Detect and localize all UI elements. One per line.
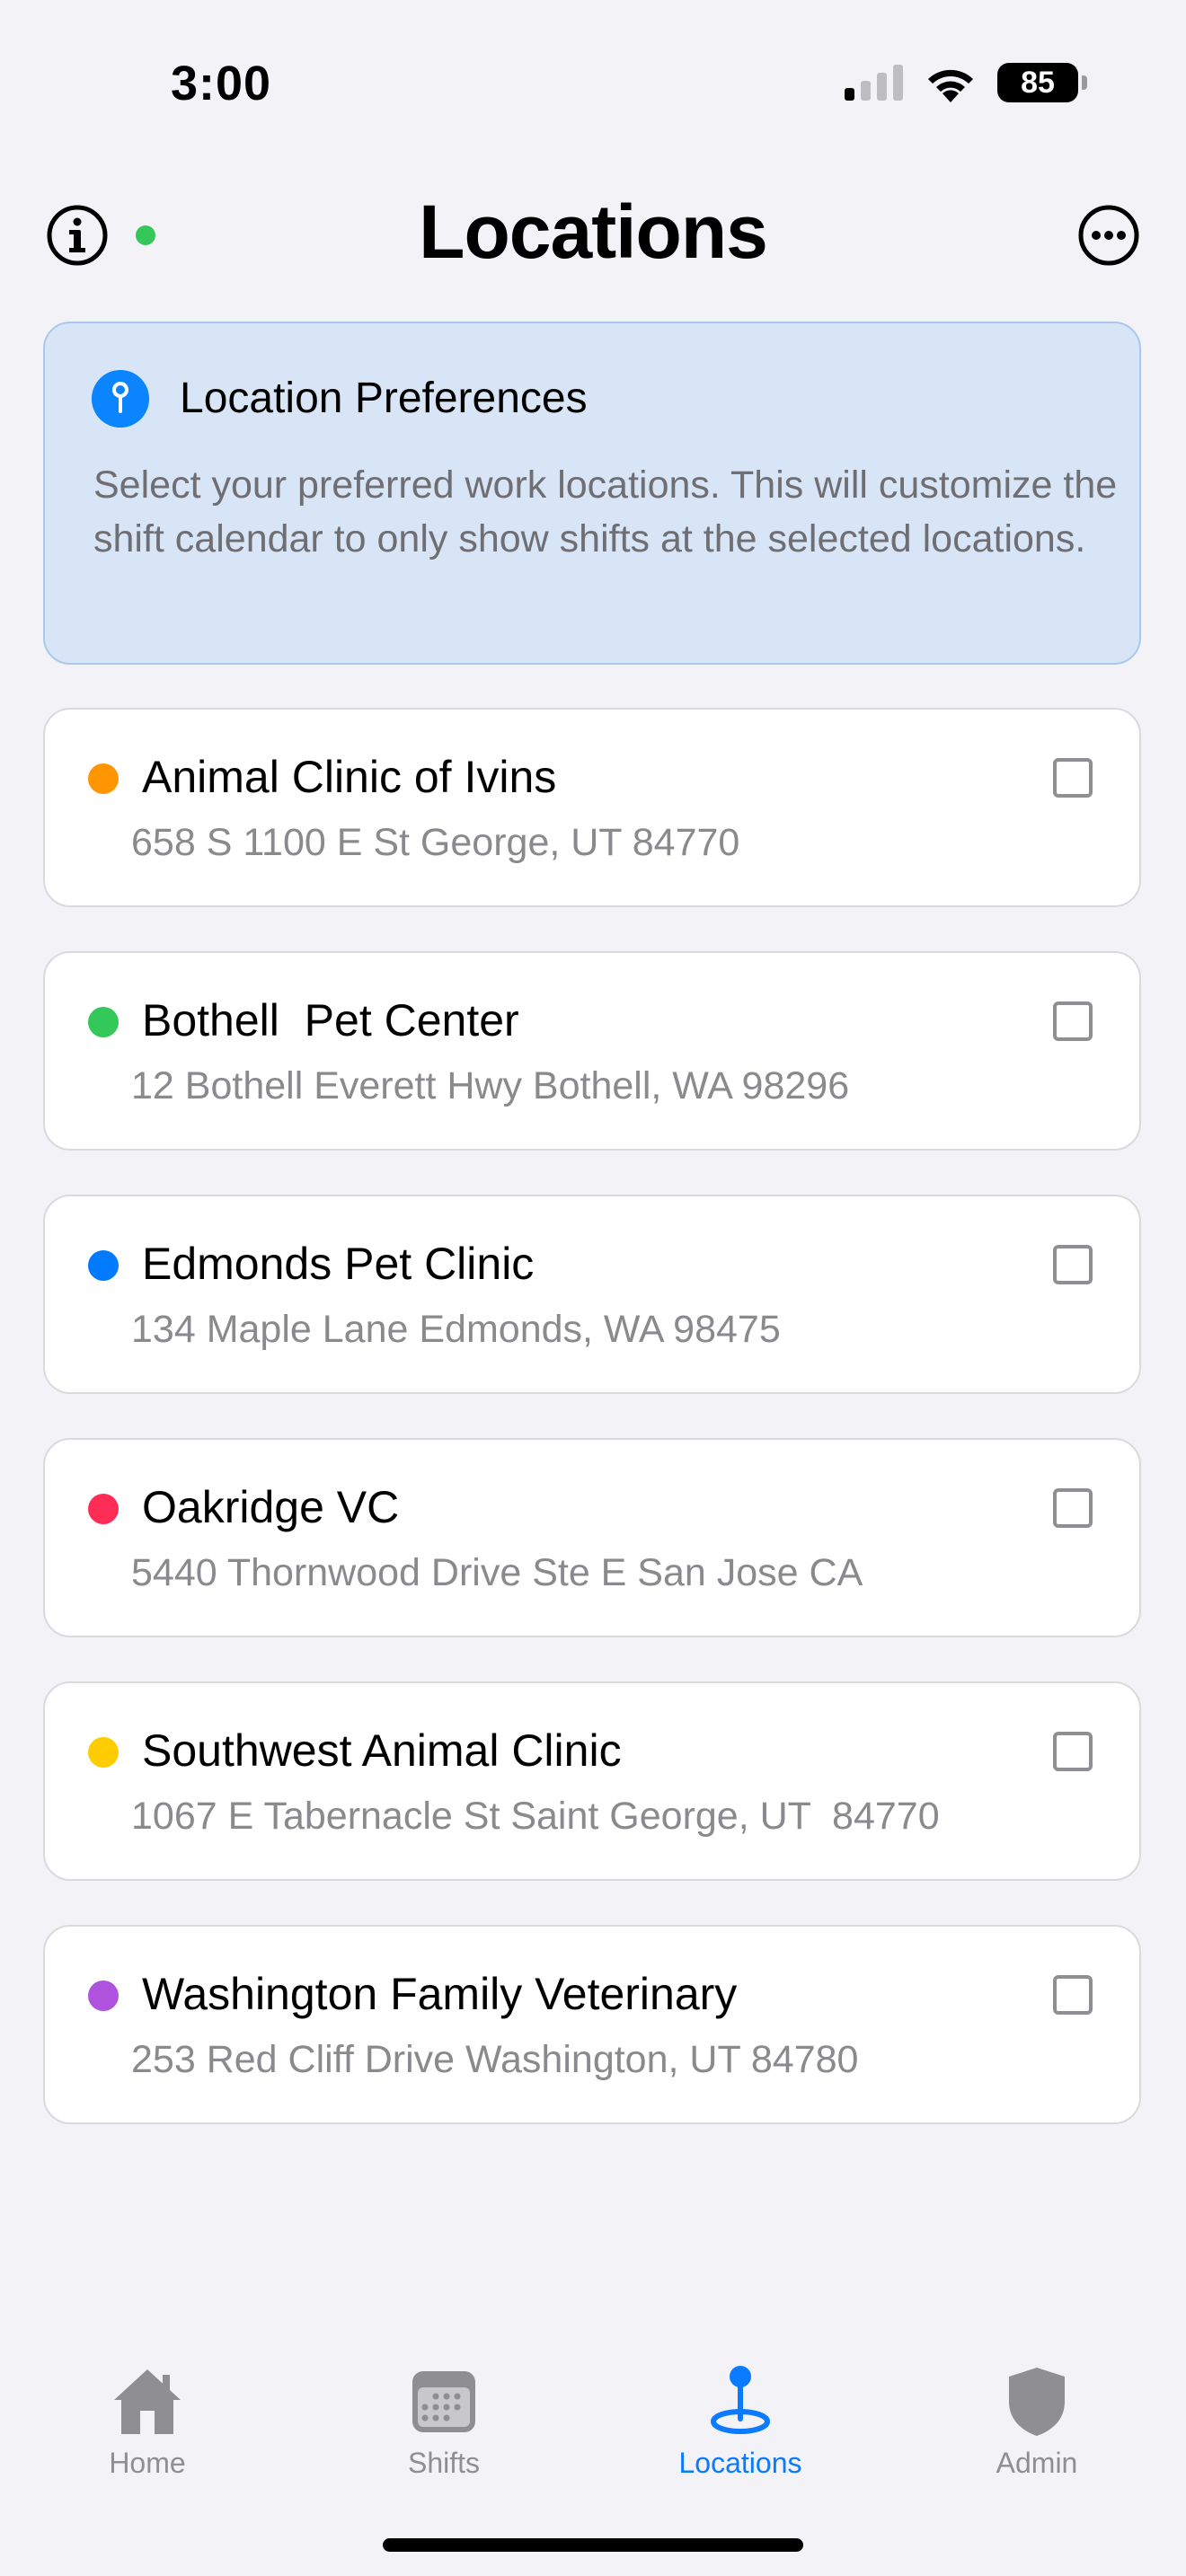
location-name: Oakridge VC xyxy=(142,1482,400,1532)
map-pin-icon xyxy=(711,2366,770,2434)
location-checkbox[interactable] xyxy=(1053,1245,1093,1284)
location-address: 134 Maple Lane Edmonds, WA 98475 xyxy=(131,1308,781,1351)
location-row[interactable]: Edmonds Pet Clinic 134 Maple Lane Edmond… xyxy=(43,1195,1141,1394)
pin-icon xyxy=(92,370,149,428)
preferences-title: Location Preferences xyxy=(180,375,588,422)
location-color-dot xyxy=(88,1007,119,1037)
location-name: Animal Clinic of Ivins xyxy=(142,752,557,802)
tab-shifts[interactable]: Shifts xyxy=(336,2360,552,2480)
tab-label: Locations xyxy=(678,2447,802,2479)
cellular-signal-icon xyxy=(845,65,903,101)
location-name: Bothell Pet Center xyxy=(142,995,519,1045)
home-indicator xyxy=(383,2538,803,2552)
location-address: 658 S 1100 E St George, UT 84770 xyxy=(131,821,740,864)
location-name: Southwest Animal Clinic xyxy=(142,1725,622,1776)
location-color-dot xyxy=(88,1494,119,1524)
location-address: 1067 E Tabernacle St Saint George, UT 84… xyxy=(131,1795,940,1838)
location-address: 12 Bothell Everett Hwy Bothell, WA 98296 xyxy=(131,1064,850,1107)
location-color-dot xyxy=(88,1981,119,2011)
status-time: 3:00 xyxy=(171,57,272,110)
location-row[interactable]: Animal Clinic of Ivins 658 S 1100 E St G… xyxy=(43,708,1141,907)
tab-label: Home xyxy=(109,2447,186,2479)
calendar-icon xyxy=(412,2371,475,2432)
location-color-dot xyxy=(88,1737,119,1768)
tab-admin[interactable]: Admin xyxy=(929,2360,1145,2480)
location-preferences-card: Location Preferences Select your preferr… xyxy=(43,322,1141,665)
location-address: 253 Red Cliff Drive Washington, UT 84780 xyxy=(131,2038,859,2081)
shield-icon xyxy=(1009,2368,1065,2436)
tab-locations[interactable]: Locations xyxy=(633,2360,848,2480)
location-color-dot xyxy=(88,763,119,794)
location-checkbox[interactable] xyxy=(1053,1732,1093,1771)
status-icons: 85 xyxy=(845,63,1087,102)
page-title: Locations xyxy=(419,190,768,274)
battery-indicator: 85 xyxy=(997,63,1087,102)
tab-home[interactable]: Home xyxy=(40,2360,255,2480)
location-row[interactable]: Washington Family Veterinary 253 Red Cli… xyxy=(43,1925,1141,2124)
location-row[interactable]: Southwest Animal Clinic 1067 E Tabernacl… xyxy=(43,1681,1141,1881)
more-options-icon[interactable] xyxy=(1076,203,1141,268)
location-color-dot xyxy=(88,1250,119,1281)
preferences-description: Select your preferred work locations. Th… xyxy=(93,463,1118,560)
location-checkbox[interactable] xyxy=(1053,1975,1093,2015)
tab-label: Admin xyxy=(996,2447,1078,2479)
tab-label: Shifts xyxy=(407,2447,481,2479)
location-checkbox[interactable] xyxy=(1053,758,1093,798)
wifi-icon xyxy=(928,69,973,102)
location-name: Washington Family Veterinary xyxy=(142,1969,738,2019)
location-checkbox[interactable] xyxy=(1053,1488,1093,1528)
location-address: 5440 Thornwood Drive Ste E San Jose CA xyxy=(131,1551,863,1594)
location-name: Edmonds Pet Clinic xyxy=(142,1239,535,1289)
location-row[interactable]: Bothell Pet Center 12 Bothell Everett Hw… xyxy=(43,951,1141,1151)
location-row[interactable]: Oakridge VC 5440 Thornwood Drive Ste E S… xyxy=(43,1438,1141,1637)
location-checkbox[interactable] xyxy=(1053,1001,1093,1041)
house-icon xyxy=(114,2369,181,2434)
